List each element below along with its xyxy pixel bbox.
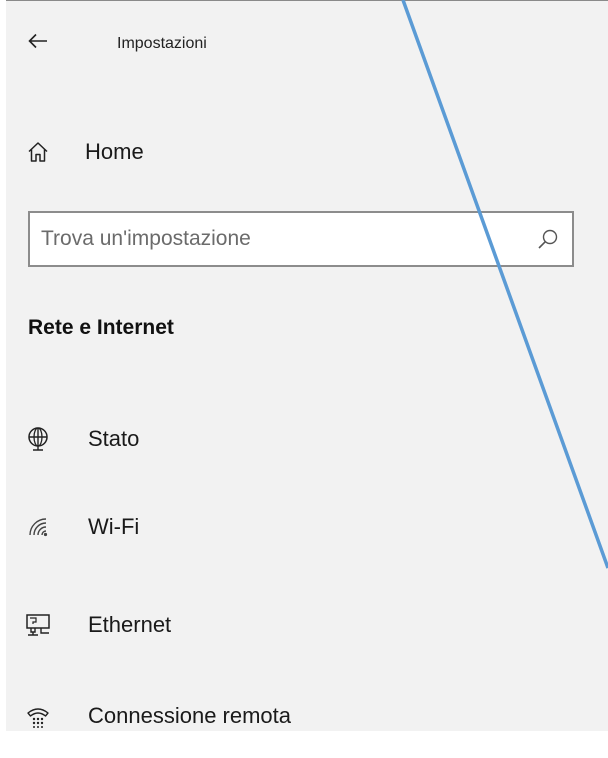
nav-item-connessione-remota-label: Connessione remota <box>88 703 292 728</box>
title-bar: Impostazioni <box>6 1 608 91</box>
section-heading: Rete e Internet <box>28 316 174 339</box>
search-input[interactable] <box>30 213 521 265</box>
nav-item-ethernet[interactable]: Ethernet <box>6 599 608 651</box>
back-button[interactable] <box>20 23 56 59</box>
search-icon[interactable] <box>536 227 560 251</box>
dialup-icon <box>24 702 52 730</box>
search-box[interactable] <box>28 211 574 267</box>
nav-item-home-label: Home <box>85 139 144 164</box>
arrow-left-icon <box>28 33 47 49</box>
globe-network-icon <box>24 425 52 453</box>
nav-item-stato[interactable]: Stato <box>6 413 608 465</box>
nav-item-home[interactable]: Home <box>6 126 608 178</box>
nav-item-ethernet-label: Ethernet <box>88 612 172 637</box>
wifi-icon <box>24 513 52 541</box>
nav-item-wifi-label: Wi-Fi <box>88 514 140 539</box>
home-icon <box>24 138 52 166</box>
nav-item-stato-label: Stato <box>88 426 140 451</box>
nav-item-connessione-remota[interactable]: Connessione remota <box>6 690 608 731</box>
app-title: Impostazioni <box>117 35 207 52</box>
nav-item-wifi[interactable]: Wi-Fi <box>6 501 608 553</box>
settings-window: Impostazioni Home Rete e Internet Sta <box>6 0 608 731</box>
ethernet-icon <box>24 611 52 639</box>
